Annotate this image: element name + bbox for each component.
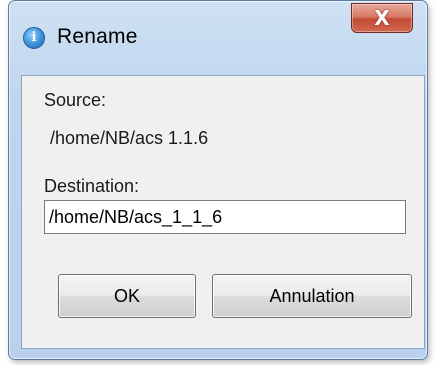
source-value: /home/NB/acs 1.1.6 bbox=[50, 128, 209, 148]
cancel-button[interactable]: Annulation bbox=[212, 274, 412, 318]
rename-dialog: i Rename X Source: /home/NB/acs 1.1.6 De… bbox=[8, 0, 428, 360]
close-icon: X bbox=[374, 6, 390, 30]
destination-label: Destination: bbox=[44, 176, 140, 196]
info-icon: i bbox=[23, 27, 45, 49]
source-label: Source: bbox=[44, 90, 107, 110]
close-button[interactable]: X bbox=[351, 3, 413, 33]
title-bar[interactable]: i Rename X bbox=[9, 1, 427, 75]
dialog-content: Source: /home/NB/acs 1.1.6 Destination: … bbox=[21, 75, 425, 349]
destination-input[interactable] bbox=[44, 200, 406, 234]
ok-button[interactable]: OK bbox=[58, 274, 196, 318]
dialog-title: Rename bbox=[57, 25, 138, 48]
